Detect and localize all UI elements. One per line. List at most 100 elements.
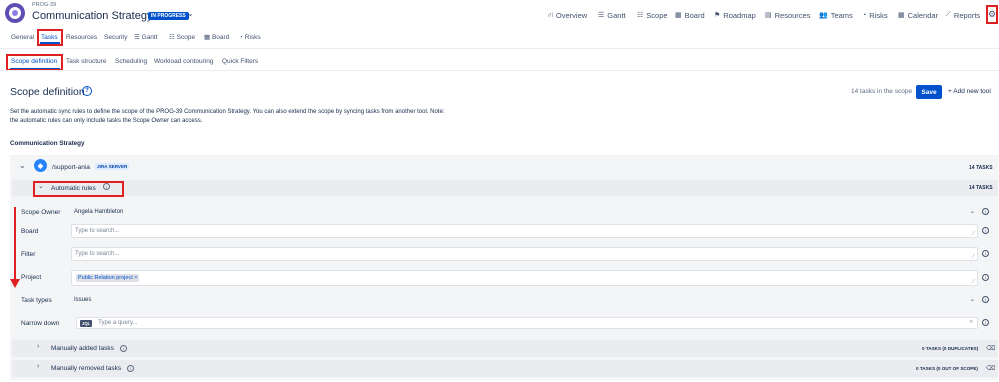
narrow-down-label: Narrow down [21, 320, 60, 327]
add-new-tool-button[interactable]: + Add new tool [948, 88, 991, 95]
divider [0, 70, 999, 71]
remove-chip-button[interactable]: × [134, 275, 137, 281]
nav-resources[interactable]: ▤ Resources [765, 9, 810, 21]
tab-general[interactable]: General [11, 34, 34, 41]
tab-scheduling[interactable]: Scheduling [115, 58, 147, 65]
jql-query-input[interactable]: JQL Type a query... ⌕ [76, 317, 978, 329]
tab-gantt[interactable]: ☰ Gantt [134, 33, 158, 41]
tab-security[interactable]: Security [104, 34, 127, 41]
hierarchy-icon: ⛙ [548, 11, 553, 19]
source-task-count: 14 TASKS [969, 165, 993, 171]
jira-icon: ◆ [34, 159, 47, 172]
chevron-right-icon[interactable]: › [37, 363, 39, 370]
project-avatar [5, 3, 25, 23]
divider [0, 48, 999, 49]
resize-handle-icon: ⟋ [971, 254, 975, 260]
tab-task-structure[interactable]: Task structure [66, 58, 106, 65]
nav-reports[interactable]: ⟋ Reports [946, 9, 980, 21]
task-types-select[interactable]: Issues ⌄ [71, 294, 978, 306]
eraser-icon[interactable]: ⌫ [986, 364, 995, 372]
manually-added-label: Manually added tasks [51, 345, 114, 352]
section-title: Scope definition [10, 86, 85, 98]
project-tabs: General Tasks Resources Security ☰ Gantt… [0, 32, 999, 42]
nav-calendar[interactable]: ▦ Calendar [898, 9, 938, 21]
source-type-badge: JIRA SERVER [95, 163, 130, 170]
chevron-down-icon: ⌄ [969, 208, 975, 215]
automatic-rules-header[interactable] [12, 180, 998, 196]
nav-teams[interactable]: 👥 Teams [819, 9, 853, 21]
jql-tag: JQL [80, 319, 93, 327]
scope-icon: ☷ [169, 34, 175, 41]
info-icon[interactable]: i [982, 274, 989, 281]
task-types-label: Task types [21, 297, 52, 304]
project-key: PROG-39 [32, 2, 57, 8]
status-badge[interactable]: IN PROGRESS [148, 12, 189, 20]
gear-icon[interactable]: ⚙ [988, 9, 996, 20]
teams-icon: 👥 [819, 12, 828, 19]
project-label: Project [21, 274, 42, 281]
board-icon: ▦ [675, 12, 682, 19]
tab-risks[interactable]: ◔ Risks [239, 34, 261, 41]
tab-quick-filters[interactable]: Quick Filters [222, 58, 258, 65]
board-label: Board [21, 228, 39, 235]
search-icon: ⌕ [969, 319, 973, 325]
manually-removed-row[interactable] [12, 360, 998, 377]
nav-risks[interactable]: ◔ Risks [862, 9, 888, 21]
scope-section-label: Communication Strategy [10, 140, 85, 147]
active-tab-indicator [40, 42, 60, 44]
chevron-right-icon[interactable]: › [37, 343, 39, 350]
project-chip: Public Relation project × [76, 274, 140, 282]
risks-icon: ◔ [862, 11, 867, 19]
rules-task-count: 14 TASKS [969, 185, 993, 191]
gantt-icon: ☰ [598, 12, 605, 19]
tab-scope[interactable]: ☷ Scope [169, 33, 195, 41]
board-search-input[interactable]: Type to search... ⟋ [71, 224, 978, 238]
scope-owner-label: Scope Owner [21, 209, 61, 216]
scope-task-count: 14 tasks in the scope [851, 88, 913, 95]
nav-scope[interactable]: ☷ Scope [637, 9, 668, 21]
resize-handle-icon: ⟋ [971, 279, 975, 285]
chevron-down-icon[interactable]: ⌄ [38, 182, 44, 190]
info-icon[interactable]: i [982, 319, 989, 326]
nav-overview[interactable]: ⛙ Overview [548, 9, 587, 21]
tab-board[interactable]: ▦ Board [204, 33, 229, 41]
annotation-arrow-head [10, 279, 20, 288]
project-input[interactable]: Public Relation project × ⟋ [71, 270, 978, 286]
info-icon[interactable]: i [982, 227, 989, 234]
info-icon[interactable]: i [982, 296, 989, 303]
calendar-icon: ▦ [898, 12, 905, 19]
manually-removed-label: Manually removed tasks [51, 365, 122, 372]
filter-label: Filter [21, 251, 36, 258]
roadmap-icon: ⚑ [714, 12, 721, 19]
info-icon[interactable]: i [127, 365, 134, 372]
chevron-down-icon[interactable]: ⌄ [187, 9, 194, 18]
filter-search-input[interactable]: Type to search... ⟋ [71, 247, 978, 261]
resources-icon: ▤ [765, 12, 772, 19]
tab-tasks[interactable]: Tasks [41, 34, 58, 41]
manually-added-row[interactable] [12, 340, 998, 357]
tab-scope-definition[interactable]: Scope definition [11, 58, 57, 65]
nav-roadmap[interactable]: ⚑ Roadmap [714, 9, 756, 21]
chevron-down-icon: ⌄ [969, 296, 975, 303]
gantt-icon: ☰ [134, 34, 140, 41]
reports-icon: ⟋ [946, 11, 951, 18]
tab-resources[interactable]: Resources [66, 34, 97, 41]
tab-workload-contouring[interactable]: Workload contouring [154, 58, 214, 65]
eraser-icon[interactable]: ⌫ [986, 344, 995, 352]
automatic-rules-label: Automatic rules [51, 185, 96, 192]
annotation-arrow [14, 207, 16, 280]
risks-icon: ◔ [239, 33, 243, 41]
help-icon[interactable]: ? [82, 86, 92, 96]
nav-gantt[interactable]: ☰ Gantt [598, 9, 626, 21]
info-icon[interactable]: i [982, 250, 989, 257]
info-icon[interactable]: i [120, 345, 127, 352]
scope-owner-select[interactable]: Angela Hambleton ⌄ [71, 206, 978, 218]
info-icon[interactable]: i [103, 183, 110, 190]
manually-added-count: 0 TASKS (0 DUPLICATES) [922, 346, 979, 351]
description: Set the automatic sync rules to define t… [10, 109, 445, 124]
info-icon[interactable]: i [982, 208, 989, 215]
page-title: Communication Strategy [32, 10, 153, 22]
save-button[interactable]: Save [916, 85, 942, 99]
chevron-down-icon[interactable]: ⌄ [19, 161, 26, 170]
nav-board[interactable]: ▦ Board [675, 9, 705, 21]
